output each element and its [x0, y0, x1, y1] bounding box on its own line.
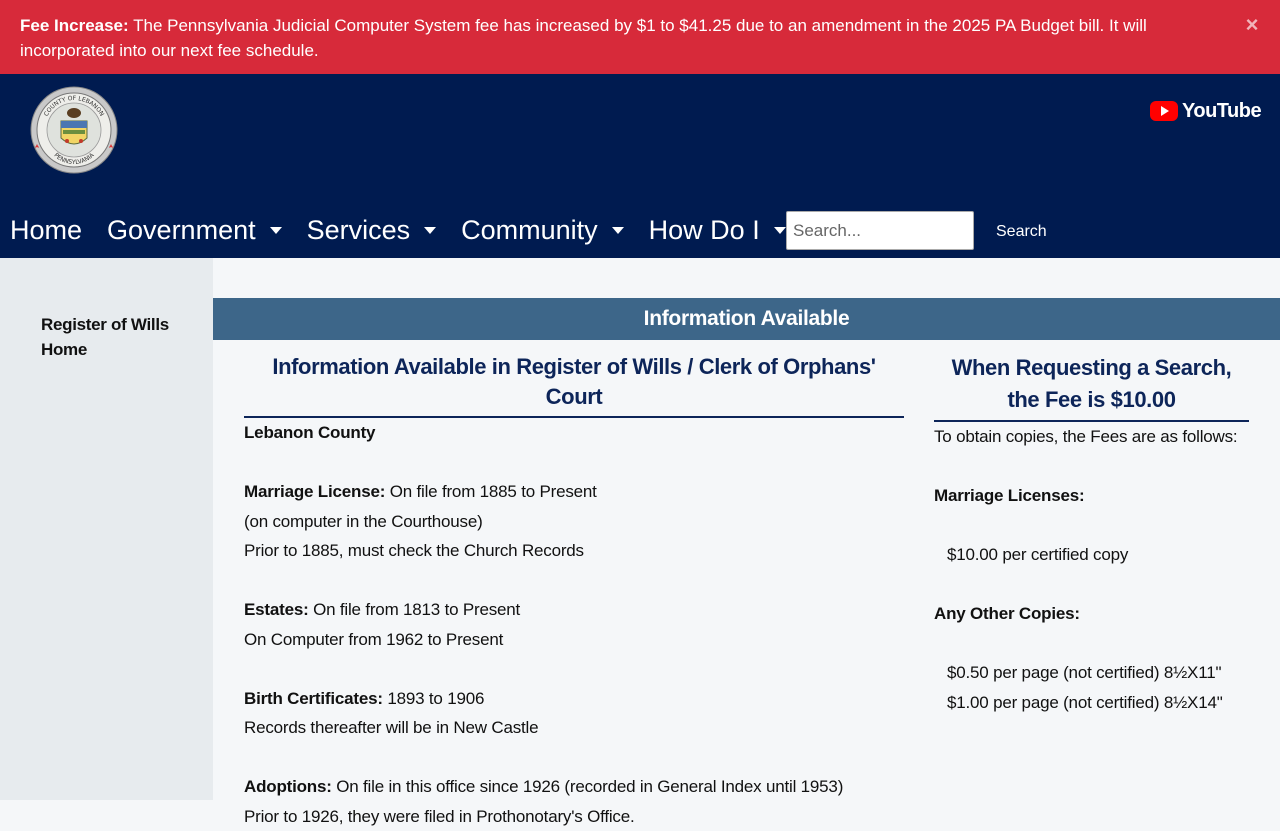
marriage-license-prior: Prior to 1885, must check the Church Rec…: [244, 536, 904, 566]
estates-label: Estates:: [244, 600, 309, 619]
caret-down-icon: [424, 227, 436, 234]
main-navigation: Home Government Services Community How D…: [0, 210, 811, 250]
adoptions-prior: Prior to 1926, they were filed in Protho…: [244, 802, 904, 831]
fees-column: When Requesting a Search, the Fee is $10…: [934, 352, 1249, 717]
fee-alert-banner: Fee Increase: The Pennsylvania Judicial …: [0, 0, 1280, 74]
estates-computer: On Computer from 1962 to Present: [244, 625, 904, 655]
marriage-license-note: (on computer in the Courthouse): [244, 507, 904, 537]
search-input[interactable]: [786, 211, 974, 250]
nav-services[interactable]: Services: [307, 215, 437, 246]
nav-community-label: Community: [461, 215, 598, 246]
birth-certificates-range: 1893 to 1906: [383, 689, 484, 708]
marriage-license-label: Marriage License:: [244, 482, 385, 501]
birth-certificates-label: Birth Certificates:: [244, 689, 383, 708]
youtube-link[interactable]: YouTube: [1150, 98, 1261, 124]
nav-home[interactable]: Home: [10, 215, 82, 246]
other-copies-label: Any Other Copies:: [934, 604, 1080, 623]
county-seal-logo[interactable]: COUNTY OF LEBANON PENNSYLVANIA: [30, 86, 118, 174]
site-header: COUNTY OF LEBANON PENNSYLVANIA YouTube H…: [0, 74, 1280, 258]
fees-content: To obtain copies, the Fees are as follow…: [934, 422, 1249, 717]
nav-how-do-i[interactable]: How Do I: [649, 215, 786, 246]
youtube-label: YouTube: [1182, 100, 1261, 123]
search-button[interactable]: Search: [996, 223, 1047, 241]
caret-down-icon: [612, 227, 624, 234]
alert-label: Fee Increase:: [20, 16, 129, 35]
info-available-content: Lebanon County Marriage License: On file…: [244, 418, 904, 831]
caret-down-icon: [270, 227, 282, 234]
other-copies-fee-legal: $1.00 per page (not certified) 8½X14": [934, 688, 1249, 718]
adoptions-range: On file in this office since 1926 (recor…: [332, 777, 843, 796]
adoptions-label: Adoptions:: [244, 777, 332, 796]
marriage-licenses-fee-label: Marriage Licenses:: [934, 486, 1084, 505]
info-available-column: Information Available in Register of Wil…: [244, 352, 904, 831]
nav-government-label: Government: [107, 215, 256, 246]
fees-title: When Requesting a Search, the Fee is $10…: [934, 352, 1249, 422]
sidebar-link-register-of-wills-home[interactable]: Register of Wills Home: [41, 312, 191, 362]
birth-certificates-note: Records thereafter will be in New Castle: [244, 713, 904, 743]
nav-how-do-i-label: How Do I: [649, 215, 760, 246]
fees-intro: To obtain copies, the Fees are as follow…: [934, 422, 1249, 452]
other-copies-fee-letter: $0.50 per page (not certified) 8½X11": [934, 658, 1249, 688]
caret-down-icon: [774, 227, 786, 234]
section-title: Information Available: [213, 298, 1280, 340]
info-available-title: Information Available in Register of Wil…: [244, 352, 904, 418]
marriage-licenses-fee: $10.00 per certified copy: [934, 540, 1249, 570]
sidebar: Register of Wills Home: [0, 258, 213, 800]
nav-home-label: Home: [10, 215, 82, 246]
county-name: Lebanon County: [244, 423, 375, 442]
alert-message: The Pennsylvania Judicial Computer Syste…: [20, 16, 1147, 60]
nav-government[interactable]: Government: [107, 215, 282, 246]
estates-range: On file from 1813 to Present: [309, 600, 521, 619]
youtube-play-icon: [1150, 101, 1178, 121]
nav-services-label: Services: [307, 215, 411, 246]
nav-community[interactable]: Community: [461, 215, 624, 246]
marriage-license-range: On file from 1885 to Present: [385, 482, 597, 501]
close-icon[interactable]: ×: [1242, 14, 1262, 36]
